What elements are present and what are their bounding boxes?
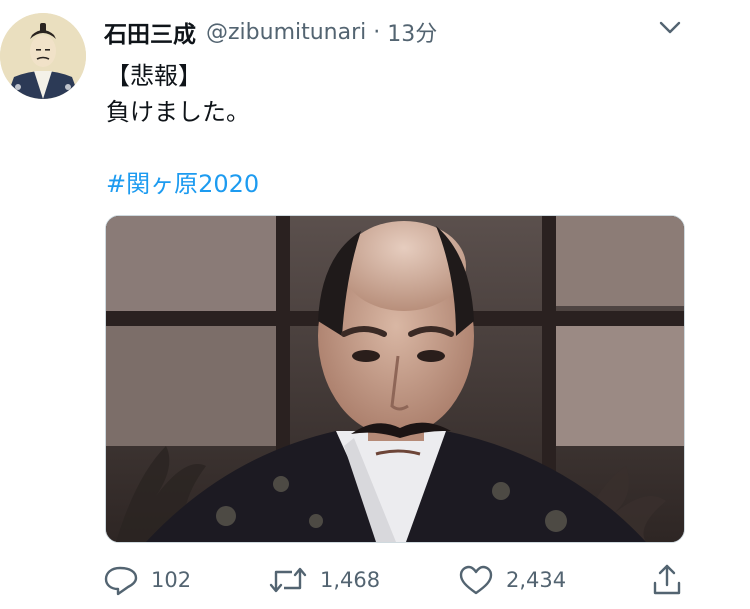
- chevron-down-icon: [659, 21, 681, 34]
- tweet-timestamp[interactable]: 13分: [387, 16, 437, 48]
- reply-button[interactable]: 102: [103, 560, 191, 600]
- tweet-menu-button[interactable]: [655, 14, 685, 40]
- tweet-action-bar: 102 1,468 2,434: [103, 560, 693, 600]
- retweet-count: 1,468: [320, 568, 381, 592]
- author-display-name[interactable]: 石田三成: [104, 15, 196, 49]
- tweet-body: 【悲報】 負けました。: [106, 58, 250, 130]
- tweet-header: 石田三成 @zibumitunari · 13分: [104, 15, 437, 49]
- tweet-media-image[interactable]: [105, 215, 685, 543]
- like-count: 2,434: [506, 568, 567, 592]
- header-separator: ·: [373, 19, 381, 45]
- retweet-icon: [269, 567, 307, 593]
- tweet-text-line: 【悲報】: [106, 62, 202, 90]
- reply-icon: [104, 566, 138, 596]
- reply-count: 102: [151, 568, 192, 592]
- author-avatar[interactable]: [0, 13, 86, 99]
- author-handle[interactable]: @zibumitunari: [206, 20, 366, 45]
- retweet-button[interactable]: 1,468: [268, 560, 380, 600]
- heart-icon: [459, 565, 493, 595]
- share-icon: [653, 564, 681, 595]
- tweet-text-line: 負けました。: [106, 98, 250, 126]
- samurai-portrait-icon: [0, 13, 86, 99]
- like-button[interactable]: 2,434: [458, 560, 566, 600]
- hashtag-link[interactable]: #関ヶ原2020: [106, 164, 259, 199]
- samurai-photo: [106, 216, 684, 542]
- share-button[interactable]: [651, 560, 683, 600]
